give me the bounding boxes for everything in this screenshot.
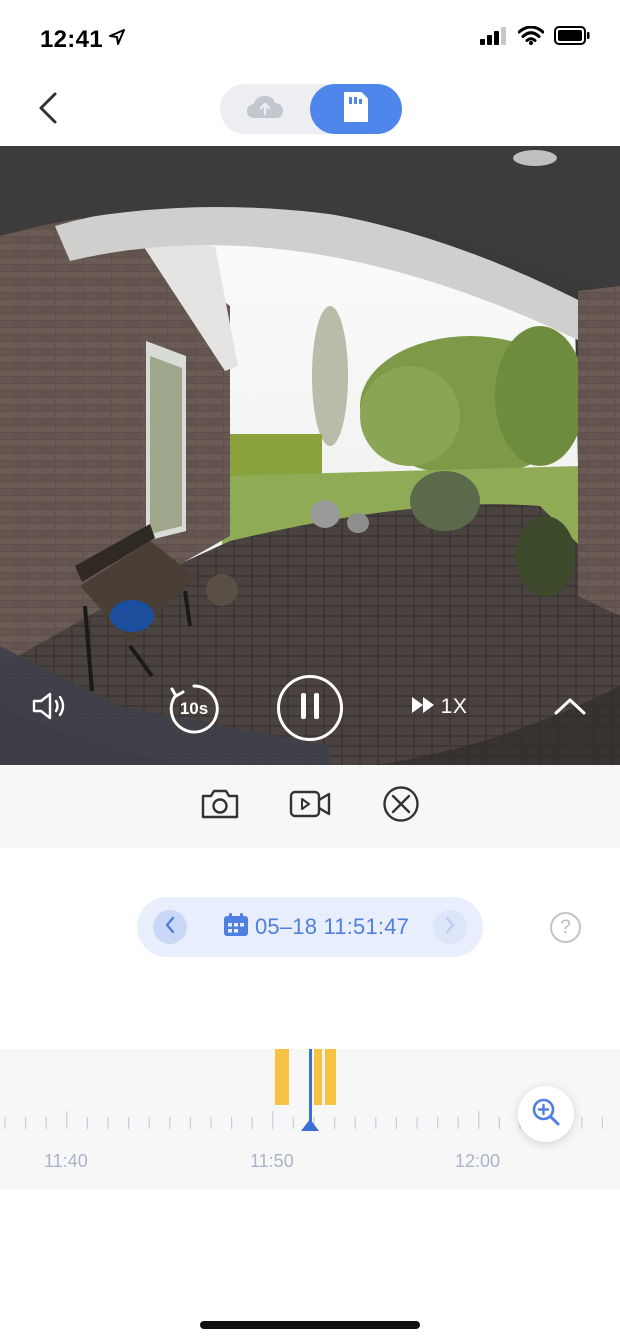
- status-time-text: 12:41: [40, 26, 103, 53]
- sd-card-tab[interactable]: [310, 84, 402, 134]
- selected-datetime: 05–18 11:51:47: [255, 914, 410, 939]
- speed-label: 1X: [440, 695, 468, 718]
- event-marker[interactable]: [325, 1049, 336, 1105]
- date-selector: 05–18 11:51:47: [137, 897, 483, 957]
- date-picker-button[interactable]: 05–18 11:51:47: [223, 912, 410, 942]
- close-circle-icon: [382, 785, 420, 828]
- record-button[interactable]: [289, 785, 331, 827]
- zoom-in-button[interactable]: [518, 1086, 574, 1142]
- calendar-icon: [223, 912, 249, 942]
- sd-card-icon: [343, 91, 369, 128]
- video-record-icon: [289, 789, 331, 824]
- help-label: ?: [560, 916, 571, 938]
- pause-icon: [298, 691, 322, 726]
- chevron-right-icon: [444, 916, 456, 939]
- camera-feed-image: [0, 146, 620, 765]
- status-bar: 12:41: [0, 0, 620, 78]
- home-indicator: [200, 1321, 420, 1329]
- chevron-left-icon: [164, 916, 176, 939]
- cloud-tab[interactable]: [220, 84, 310, 134]
- tick-label: 11:50: [250, 1151, 294, 1171]
- signal-icon: [480, 26, 508, 50]
- next-date-button[interactable]: [433, 910, 467, 944]
- camera-icon: [200, 788, 240, 825]
- tick-label: 12:00: [455, 1151, 501, 1171]
- back-button[interactable]: [28, 88, 68, 132]
- speaker-icon: [31, 691, 69, 726]
- video-player[interactable]: 10s 1X: [0, 146, 620, 765]
- event-marker[interactable]: [275, 1049, 289, 1105]
- zoom-in-icon: [531, 1097, 561, 1132]
- wifi-icon: [517, 25, 545, 50]
- volume-button[interactable]: [30, 690, 70, 726]
- battery-icon: [554, 26, 590, 50]
- playhead-line[interactable]: [309, 1049, 312, 1123]
- action-bar: [0, 765, 620, 848]
- rewind-10s-button[interactable]: 10s: [168, 683, 220, 735]
- fast-forward-icon: [411, 695, 437, 720]
- storage-toggle: [220, 84, 402, 134]
- snapshot-button[interactable]: [199, 785, 241, 827]
- status-icons: [480, 25, 590, 50]
- expand-button[interactable]: [551, 694, 589, 722]
- pause-button[interactable]: [277, 675, 343, 741]
- chevron-up-icon: [553, 696, 587, 721]
- previous-date-button[interactable]: [153, 910, 187, 944]
- location-arrow-icon: [108, 24, 125, 52]
- chevron-left-icon: [37, 91, 59, 130]
- tick-label: 11:40: [44, 1151, 88, 1171]
- playback-speed-button[interactable]: 1X: [408, 692, 470, 722]
- help-button[interactable]: ?: [550, 912, 581, 943]
- rewind-label: 10s: [179, 699, 209, 718]
- delete-button[interactable]: [380, 785, 422, 827]
- timeline-ticks: [4, 1111, 604, 1129]
- status-time: 12:41: [40, 24, 125, 54]
- playhead-handle[interactable]: [301, 1119, 319, 1131]
- cloud-icon: [246, 94, 284, 125]
- event-marker[interactable]: [314, 1049, 322, 1105]
